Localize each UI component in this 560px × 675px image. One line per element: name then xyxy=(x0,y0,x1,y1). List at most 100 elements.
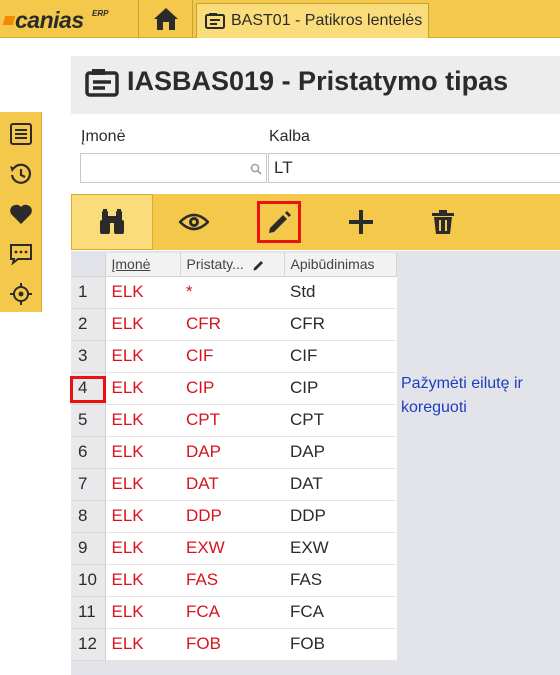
view-button[interactable] xyxy=(153,194,235,250)
table-row[interactable]: 7 ELK DAT DAT xyxy=(71,468,396,501)
cell-delivery-type: CPT xyxy=(180,404,284,437)
cell-company: ELK xyxy=(105,308,180,341)
column-header-company[interactable]: Įmonė xyxy=(105,253,181,277)
tab-label: BAST01 - Patikros lentelės xyxy=(231,12,423,29)
cell-delivery-type: FOB xyxy=(180,628,284,661)
row-number[interactable]: 7 xyxy=(71,468,106,501)
annotation-note: Pažymėti eilutę ir koreguoti xyxy=(401,375,523,416)
table-row[interactable]: 8 ELK DDP DDP xyxy=(71,500,396,533)
cell-company: ELK xyxy=(105,372,180,405)
sidebar-item-history[interactable] xyxy=(0,154,42,194)
left-sidebar xyxy=(0,112,42,312)
row-number[interactable]: 6 xyxy=(71,436,106,469)
cell-delivery-type: CIF xyxy=(180,340,284,373)
sidebar-item-menu[interactable] xyxy=(0,114,42,154)
pencil-icon xyxy=(253,261,263,271)
divider xyxy=(192,0,193,38)
row-number[interactable]: 12 xyxy=(71,628,106,661)
row-number-header xyxy=(71,253,106,277)
search-icon[interactable] xyxy=(250,163,262,175)
cell-delivery-type: EXW xyxy=(180,532,284,565)
cell-description: FAS xyxy=(284,564,396,597)
table-row[interactable]: 3 ELK CIF CIF xyxy=(71,340,396,373)
table-row[interactable]: 10 ELK FAS FAS xyxy=(71,564,396,597)
grid-header-row: Įmonė Pristaty... Apibūdinimas xyxy=(71,253,397,277)
page-header: IASBAS019 - Pristatymo tipas xyxy=(71,56,560,114)
row-number[interactable]: 9 xyxy=(71,532,106,565)
table-row[interactable]: 5 ELK CPT CPT xyxy=(71,404,396,437)
cell-description: FCA xyxy=(284,596,396,629)
cell-description: FOB xyxy=(284,628,396,661)
delete-button[interactable] xyxy=(402,194,484,250)
canias-logo[interactable]: canias ERP xyxy=(2,6,136,33)
cell-description: DAP xyxy=(284,436,396,469)
table-row[interactable]: 2 ELK CFR CFR xyxy=(71,308,396,341)
cell-company: ELK xyxy=(105,468,180,501)
logo-sup: ERP xyxy=(92,9,109,18)
home-icon xyxy=(154,8,178,30)
cell-description: CIF xyxy=(284,340,396,373)
cell-description: CIP xyxy=(284,372,396,405)
top-bar: canias ERP BAST01 - Patikros lentelės xyxy=(0,0,560,38)
cell-company: ELK xyxy=(105,564,180,597)
chat-icon xyxy=(10,244,32,266)
add-button[interactable] xyxy=(320,194,402,250)
sidebar-item-messages[interactable] xyxy=(0,234,42,274)
row-number[interactable]: 10 xyxy=(71,564,106,597)
sidebar-item-target[interactable] xyxy=(0,274,42,314)
column-header-delivery-type[interactable]: Pristaty... xyxy=(180,253,285,277)
table-row[interactable]: 1 ELK * Std xyxy=(71,276,396,309)
column-header-label: Įmonė xyxy=(111,256,151,273)
heart-icon xyxy=(10,204,32,224)
logo-mark xyxy=(2,16,16,25)
cell-description: Std xyxy=(284,276,396,309)
search-button[interactable] xyxy=(71,194,153,250)
form-icon xyxy=(205,13,225,29)
column-header-label: Pristaty... xyxy=(186,256,244,273)
row-number[interactable]: 8 xyxy=(71,500,106,533)
trash-icon xyxy=(432,210,454,234)
cell-delivery-type: DAT xyxy=(180,468,284,501)
cell-company: ELK xyxy=(105,532,180,565)
cell-delivery-type: FCA xyxy=(180,596,284,629)
action-toolbar xyxy=(71,194,560,250)
history-icon xyxy=(10,163,32,184)
cell-description: CPT xyxy=(284,404,396,437)
cell-company: ELK xyxy=(105,340,180,373)
column-header-description[interactable]: Apibūdinimas xyxy=(284,253,397,277)
table-row[interactable]: 9 ELK EXW EXW xyxy=(71,532,396,565)
row-number[interactable]: 3 xyxy=(71,340,106,373)
cell-delivery-type: CFR xyxy=(180,308,284,341)
column-header-label: Apibūdinimas xyxy=(290,256,375,273)
row-number[interactable]: 1 xyxy=(71,276,106,309)
company-input[interactable] xyxy=(80,153,267,183)
row-number[interactable]: 5 xyxy=(71,404,106,437)
cell-company: ELK xyxy=(105,596,180,629)
row-number[interactable]: 11 xyxy=(71,596,106,629)
eye-icon xyxy=(179,213,209,231)
sidebar-item-favorites[interactable] xyxy=(0,194,42,234)
table-row[interactable]: 12 ELK FOB FOB xyxy=(71,628,396,661)
table-row[interactable]: 11 ELK FCA FCA xyxy=(71,596,396,629)
cell-company: ELK xyxy=(105,628,180,661)
cell-delivery-type: DDP xyxy=(180,500,284,533)
page-title: IASBAS019 - Pristatymo tipas xyxy=(127,66,509,96)
tab-bast01[interactable]: BAST01 - Patikros lentelės xyxy=(196,3,429,38)
cell-description: DDP xyxy=(284,500,396,533)
cell-description: EXW xyxy=(284,532,396,565)
plus-icon xyxy=(349,210,373,234)
divider xyxy=(138,0,139,38)
row-number[interactable]: 2 xyxy=(71,308,106,341)
row-4-highlight xyxy=(70,376,106,403)
edit-button-highlight xyxy=(257,201,301,243)
cell-delivery-type: CIP xyxy=(180,372,284,405)
cell-company: ELK xyxy=(105,276,180,309)
cell-company: ELK xyxy=(105,500,180,533)
data-grid: Įmonė Pristaty... Apibūdinimas 1 ELK * Std 2… xyxy=(71,253,397,661)
list-icon xyxy=(10,123,32,145)
table-row[interactable]: 6 ELK DAP DAP xyxy=(71,436,396,469)
language-input[interactable]: LT xyxy=(268,153,560,183)
table-row[interactable]: 4 ELK CIP CIP xyxy=(71,372,396,405)
home-button[interactable] xyxy=(140,0,192,38)
cell-company: ELK xyxy=(105,404,180,437)
